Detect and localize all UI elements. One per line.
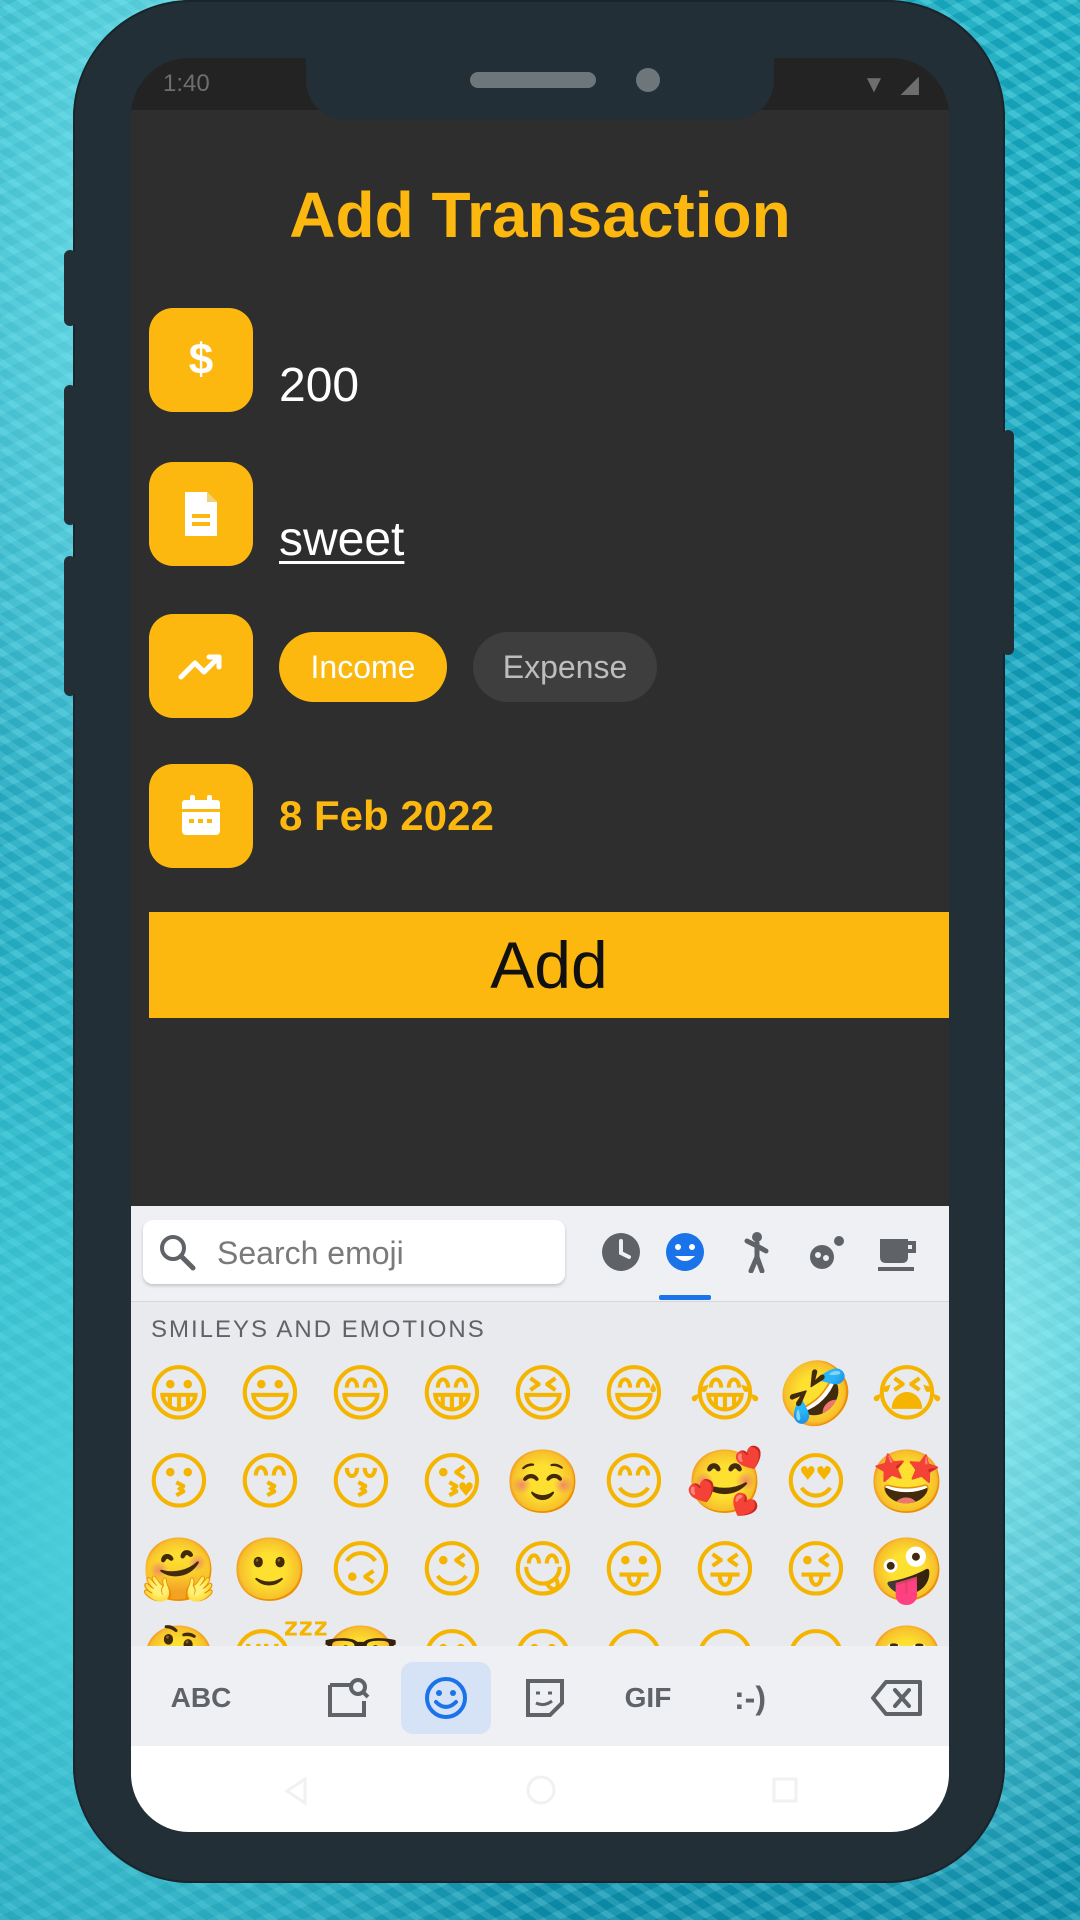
emoji-key[interactable]: 😂 (685, 1354, 765, 1434)
emoji-keyboard: SMILEYS AND EMOTIONS 😀 😃 😄 😁 😆 😅 😂 🤣 😭 😗… (131, 1206, 949, 1746)
emoji-tab-key[interactable] (401, 1662, 491, 1734)
trending-up-icon (178, 654, 222, 680)
wifi-icon: ▼ (862, 71, 890, 98)
emoji-icon (425, 1677, 467, 1719)
emoji-grid: 😀 😃 😄 😁 😆 😅 😂 🤣 😭 😗 😙 😚 😘 ☺️ 😊 🥰 😍 🤩 🤗 🙂… (139, 1354, 949, 1654)
amount-icon-tile: $ (149, 308, 253, 412)
backspace-icon (871, 1680, 922, 1716)
type-icon-tile (149, 614, 253, 718)
phone-side-button (64, 250, 76, 326)
emoji-key[interactable]: 😗 (139, 1442, 219, 1522)
emoji-key[interactable]: 😚 (321, 1442, 401, 1522)
front-camera (636, 68, 660, 92)
emoji-search-box[interactable] (143, 1220, 565, 1284)
emoji-key[interactable]: 🥰 (685, 1442, 765, 1522)
active-category-indicator (659, 1295, 711, 1300)
sticker-icon (526, 1679, 564, 1717)
emoji-key[interactable]: 😆 (503, 1354, 583, 1434)
phone-side-button (64, 385, 76, 525)
emoji-key[interactable]: 😭 (867, 1354, 947, 1434)
keyboard-bottom-bar: ABC GIF:-) (131, 1646, 949, 1746)
abc-key[interactable]: ABC (151, 1662, 251, 1734)
recent-icon[interactable] (593, 1224, 649, 1280)
search-icon (160, 1235, 196, 1271)
app-screen: 1:40 ▼ ◢ Add Transaction $ 200 sweet Inc… (131, 58, 949, 1832)
status-time: 1:40 (163, 70, 210, 97)
emoji-key[interactable]: 😋 (503, 1530, 583, 1610)
dollar-icon: $ (188, 335, 214, 384)
phone-notch (306, 56, 774, 120)
smileys-icon[interactable] (657, 1224, 713, 1280)
gif-key[interactable]: GIF (607, 1662, 689, 1734)
expense-chip[interactable]: Expense (473, 632, 657, 702)
emoji-key[interactable]: 😉 (412, 1530, 492, 1610)
phone-side-button (1002, 430, 1014, 655)
emoji-key[interactable]: 😃 (230, 1354, 310, 1434)
emoji-key[interactable]: 😄 (321, 1354, 401, 1434)
emoji-key[interactable]: 🤩 (867, 1442, 947, 1522)
emoji-key[interactable]: ☺️ (503, 1442, 583, 1522)
date-icon-tile[interactable] (149, 764, 253, 868)
document-icon (185, 492, 217, 536)
emoji-key[interactable]: 😘 (412, 1442, 492, 1522)
emoji-key[interactable]: 🤪 (867, 1530, 947, 1610)
emoji-kitchen-key[interactable] (311, 1662, 383, 1734)
speaker-grille (470, 72, 596, 88)
animals-nature-icon[interactable] (799, 1224, 855, 1280)
back-icon[interactable] (281, 1776, 311, 1806)
home-icon[interactable] (525, 1774, 557, 1806)
emoji-key[interactable]: 😅 (594, 1354, 674, 1434)
status-icons: ▼ ◢ (862, 70, 923, 99)
recents-icon[interactable] (771, 1776, 799, 1804)
emoji-key[interactable]: 😜 (776, 1530, 856, 1610)
emoji-key[interactable]: 🙂 (230, 1530, 310, 1610)
note-icon-tile (149, 462, 253, 566)
emoji-key[interactable]: 😙 (230, 1442, 310, 1522)
add-button[interactable]: Add (149, 912, 949, 1018)
sticker-key[interactable] (509, 1662, 581, 1734)
emoji-keyboard-header (131, 1206, 949, 1302)
emoji-key[interactable]: 😀 (139, 1354, 219, 1434)
emoji-search-input[interactable] (215, 1230, 549, 1276)
food-drink-icon[interactable] (869, 1224, 925, 1280)
emoji-key[interactable]: 🙃 (321, 1530, 401, 1610)
system-nav-bar (131, 1746, 949, 1832)
emoji-key[interactable]: 😛 (594, 1530, 674, 1610)
note-field[interactable]: sweet (279, 512, 404, 567)
emoticon-key[interactable]: :-) (709, 1662, 791, 1734)
signal-icon: ◢ (900, 71, 923, 98)
emoji-key[interactable]: 😝 (685, 1530, 765, 1610)
emoji-section-label: SMILEYS AND EMOTIONS (151, 1316, 486, 1343)
page-title: Add Transaction (289, 179, 791, 251)
emoji-key[interactable]: 😍 (776, 1442, 856, 1522)
backspace-key[interactable] (861, 1662, 933, 1734)
people-activity-icon[interactable] (729, 1224, 785, 1280)
emoji-key[interactable]: 🤗 (139, 1530, 219, 1610)
emoji-key[interactable]: 😁 (412, 1354, 492, 1434)
date-value[interactable]: 8 Feb 2022 (279, 792, 494, 840)
income-chip[interactable]: Income (279, 632, 447, 702)
emoji-key[interactable]: 🤣 (776, 1354, 856, 1434)
calendar-icon (182, 795, 220, 835)
emoji-key[interactable]: 😊 (594, 1442, 674, 1522)
phone-side-button (64, 556, 76, 696)
sticker-search-icon (328, 1678, 370, 1717)
amount-field[interactable]: 200 (279, 358, 359, 413)
